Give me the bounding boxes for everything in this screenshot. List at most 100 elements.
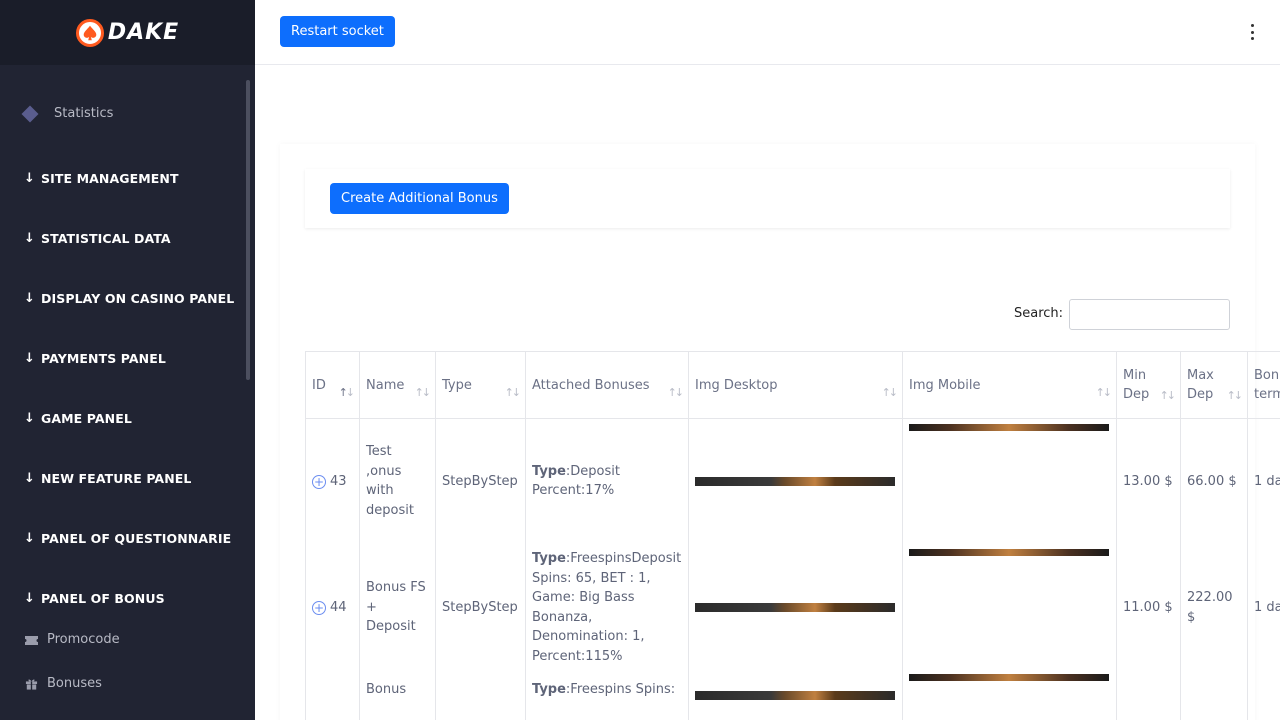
cell-attached-bonuses: Type:Deposit Percent:17% — [525, 418, 689, 544]
cell-type — [435, 671, 526, 720]
table-row[interactable]: Bonus Type:Freespins Spins: — [305, 671, 1280, 720]
section-site-management[interactable]: ↓ SITE MANAGEMENT — [24, 171, 179, 186]
cell-min-dep: 11.00 $ — [1116, 543, 1181, 672]
section-label: PAYMENTS PANEL — [41, 351, 166, 366]
sort-icon: ↑↓ — [338, 386, 356, 399]
sidebar-item-bonuses[interactable]: Bonuses — [24, 676, 102, 691]
section-statistical-data[interactable]: ↓ STATISTICAL DATA — [24, 231, 171, 246]
column-header-min-dep[interactable]: Min Dep ↑↓ — [1116, 351, 1181, 419]
spade-logo-icon — [75, 18, 104, 47]
expand-plus-icon[interactable]: + — [312, 474, 326, 489]
cell-id — [305, 671, 360, 720]
column-header-img-desktop[interactable]: Img Desktop ↑↓ — [688, 351, 903, 419]
column-header-bonus-term[interactable]: Bonus term — [1247, 351, 1280, 419]
cell-id[interactable]: +43 — [305, 418, 360, 544]
cell-img-desktop — [688, 543, 903, 672]
sidebar-item-label: Statistics — [54, 106, 114, 121]
mobile-image — [909, 673, 1109, 681]
restart-socket-button[interactable]: Restart socket — [280, 16, 395, 47]
cell-id[interactable]: +44 — [305, 543, 360, 672]
sidebar: DAKE Statistics ↓ SITE MANAGEMENT ↓ STAT… — [0, 0, 255, 720]
sidebar-item-promocode[interactable]: Promocode — [24, 632, 120, 647]
cell-type: StepByStep — [435, 543, 526, 672]
sidebar-item-label: Promocode — [47, 632, 120, 647]
section-game-panel[interactable]: ↓ GAME PANEL — [24, 411, 132, 426]
cell-bonus-term: 1 da — [1247, 418, 1280, 544]
cell-img-desktop — [688, 418, 903, 544]
section-display-on-casino-panel[interactable]: ↓ DISPLAY ON CASINO PANEL — [24, 291, 234, 306]
cell-attached-bonuses: Type:FreespinsDeposit Spins: 65, BET : 1,… — [525, 543, 689, 672]
arrow-down-icon: ↓ — [24, 291, 35, 306]
diamond-icon — [21, 105, 39, 122]
cell-name: Bonus FS + Deposit — [359, 543, 436, 672]
sort-icon: ↑↓ — [881, 386, 899, 399]
ticket-icon — [25, 635, 38, 645]
section-panel-of-bonus[interactable]: ↓ PANEL OF BONUS — [24, 591, 165, 606]
cell-type: StepByStep — [435, 418, 526, 544]
cell-img-desktop — [688, 671, 903, 720]
sort-icon: ↑↓ — [1226, 389, 1244, 402]
section-label: PANEL OF QUESTIONNARIE — [41, 531, 232, 546]
sort-icon: ↑↓ — [1095, 386, 1113, 399]
cell-img-mobile — [902, 543, 1117, 672]
table-row[interactable]: +44 Bonus FS + Deposit StepByStep Type:F… — [305, 543, 1280, 672]
search-input[interactable] — [1069, 299, 1230, 330]
more-options-icon[interactable] — [1249, 24, 1255, 40]
section-label: GAME PANEL — [41, 411, 132, 426]
desktop-image — [695, 603, 895, 612]
section-label: DISPLAY ON CASINO PANEL — [41, 291, 235, 306]
column-header-type[interactable]: Type ↑↓ — [435, 351, 526, 419]
search-label: Search: — [1014, 306, 1064, 321]
sidebar-item-label: Bonuses — [47, 676, 102, 691]
cell-bonus-term: 1 da — [1247, 543, 1280, 672]
create-additional-bonus-button[interactable]: Create Additional Bonus — [330, 183, 509, 214]
sidebar-scrollbar[interactable] — [246, 80, 250, 380]
cell-max-dep — [1180, 671, 1248, 720]
bonuses-table: ID ↑↓ Name ↑↓ Type ↑↓ Attached Bonuses ↑↓ Im… — [305, 351, 1280, 720]
cell-attached-bonuses: Type:Freespins Spins: — [525, 671, 689, 720]
cell-name: Bonus — [359, 671, 436, 720]
section-label: PANEL OF BONUS — [41, 591, 165, 606]
cell-bonus-term — [1247, 671, 1280, 720]
cell-max-dep: 66.00 $ — [1180, 418, 1248, 544]
section-new-feature-panel[interactable]: ↓ NEW FEATURE PANEL — [24, 471, 191, 486]
sidebar-item-statistics[interactable]: Statistics — [21, 105, 114, 122]
section-label: NEW FEATURE PANEL — [41, 471, 192, 486]
table-row[interactable]: +43 Test ,onus with deposit StepByStep T… — [305, 418, 1280, 544]
brand-name: DAKE — [107, 20, 180, 45]
table-header-row: ID ↑↓ Name ↑↓ Type ↑↓ Attached Bonuses ↑↓ Im… — [305, 351, 1280, 419]
desktop-image — [695, 690, 895, 700]
column-header-attached-bonuses[interactable]: Attached Bonuses ↑↓ — [525, 351, 689, 419]
cell-max-dep: 222.00 $ — [1180, 543, 1248, 672]
section-panel-of-questionnarie[interactable]: ↓ PANEL OF QUESTIONNARIE — [24, 531, 231, 546]
cell-img-mobile — [902, 418, 1117, 544]
section-payments-panel[interactable]: ↓ PAYMENTS PANEL — [24, 351, 166, 366]
sort-icon: ↑↓ — [1159, 389, 1177, 402]
arrow-down-icon: ↓ — [24, 411, 35, 426]
column-header-img-mobile[interactable]: Img Mobile ↑↓ — [902, 351, 1117, 419]
cell-img-mobile — [902, 671, 1117, 720]
section-label: STATISTICAL DATA — [41, 231, 171, 246]
expand-plus-icon[interactable]: + — [312, 600, 326, 615]
sort-icon: ↑↓ — [414, 386, 432, 399]
arrow-down-icon: ↓ — [24, 231, 35, 246]
sort-icon: ↑↓ — [667, 386, 685, 399]
column-header-name[interactable]: Name ↑↓ — [359, 351, 436, 419]
column-header-id[interactable]: ID ↑↓ — [305, 351, 360, 419]
arrow-down-icon: ↓ — [24, 471, 35, 486]
cell-name: Test ,onus with deposit — [359, 418, 436, 544]
column-header-max-dep[interactable]: Max Dep ↑↓ — [1180, 351, 1248, 419]
cell-min-dep — [1116, 671, 1181, 720]
section-label: SITE MANAGEMENT — [41, 171, 179, 186]
arrow-down-icon: ↓ — [24, 531, 35, 546]
mobile-image — [909, 424, 1109, 431]
mobile-image — [909, 548, 1109, 556]
arrow-down-icon: ↓ — [24, 351, 35, 366]
cell-min-dep: 13.00 $ — [1116, 418, 1181, 544]
brand[interactable]: DAKE — [0, 0, 255, 65]
desktop-image — [695, 476, 895, 486]
arrow-down-icon: ↓ — [24, 591, 35, 606]
sort-icon: ↑↓ — [504, 386, 522, 399]
topbar: Restart socket — [255, 0, 1280, 65]
arrow-down-icon: ↓ — [24, 171, 35, 186]
